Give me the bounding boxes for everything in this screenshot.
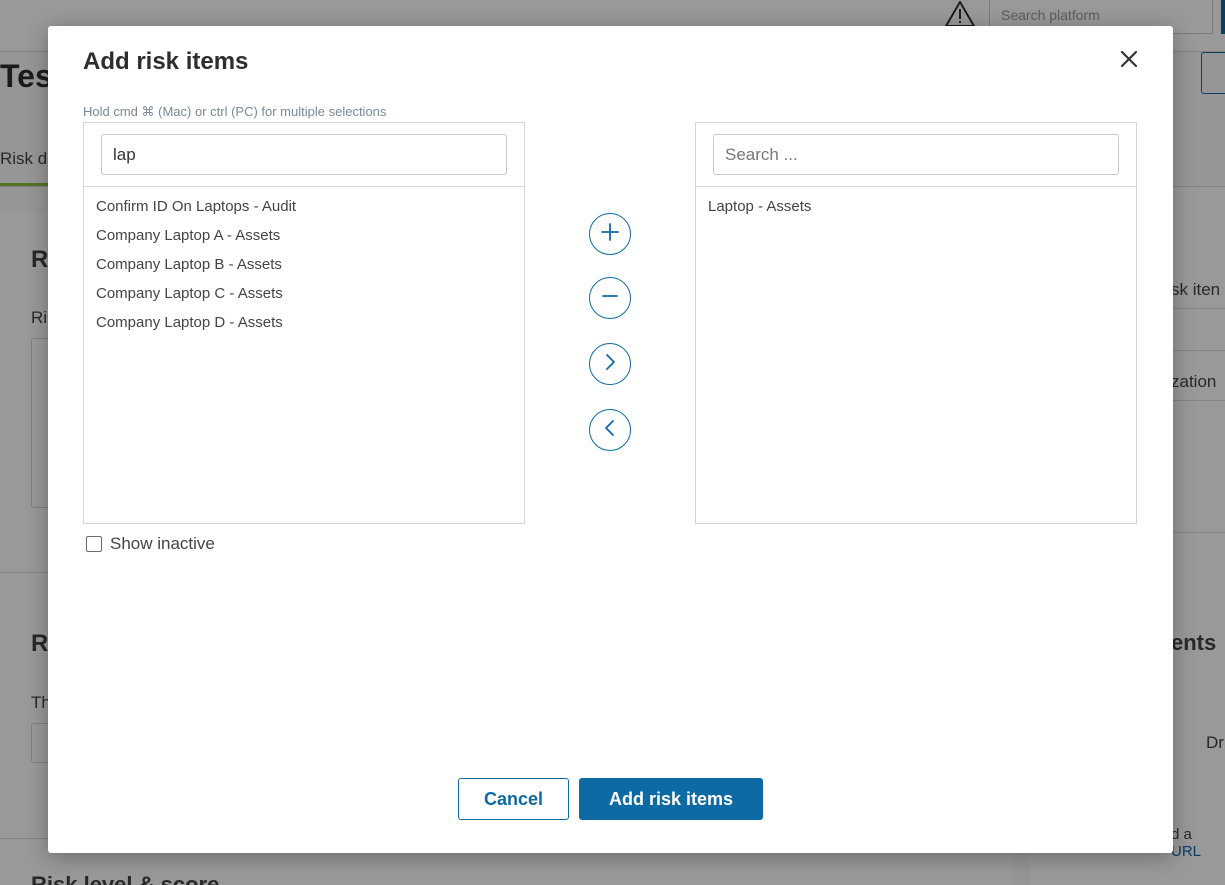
selected-items-panel: Laptop - Assets (695, 122, 1137, 524)
show-inactive-checkbox[interactable] (86, 536, 102, 552)
list-item[interactable]: Laptop - Assets (696, 192, 1136, 221)
selected-search-wrap (696, 123, 1136, 187)
list-item[interactable]: Company Laptop C - Assets (84, 279, 524, 308)
remove-all-button[interactable] (589, 409, 631, 451)
available-items-panel: Confirm ID On Laptops - Audit Company La… (83, 122, 525, 524)
add-selected-button[interactable] (589, 213, 631, 255)
show-inactive-toggle[interactable]: Show inactive (86, 534, 215, 554)
close-icon (1120, 50, 1138, 73)
add-risk-items-button[interactable]: Add risk items (579, 778, 763, 820)
list-item[interactable]: Company Laptop B - Assets (84, 250, 524, 279)
add-all-button[interactable] (589, 343, 631, 385)
chevron-left-icon (600, 418, 620, 443)
plus-icon (600, 222, 620, 247)
remove-selected-button[interactable] (589, 277, 631, 319)
selected-search-input[interactable] (713, 134, 1119, 175)
add-risk-items-dialog: Add risk items Hold cmd ⌘ (Mac) or ctrl … (48, 26, 1173, 853)
cancel-button[interactable]: Cancel (458, 778, 569, 820)
selected-items-list[interactable]: Laptop - Assets (696, 187, 1136, 221)
available-search-input[interactable] (101, 134, 507, 175)
dialog-title: Add risk items (83, 48, 249, 75)
chevron-right-icon (600, 352, 620, 377)
available-search-wrap (84, 123, 524, 187)
available-items-list[interactable]: Confirm ID On Laptops - Audit Company La… (84, 187, 524, 337)
show-inactive-label: Show inactive (110, 534, 215, 553)
multi-select-hint: Hold cmd ⌘ (Mac) or ctrl (PC) for multip… (83, 104, 387, 119)
list-item[interactable]: Company Laptop A - Assets (84, 221, 524, 250)
list-item[interactable]: Company Laptop D - Assets (84, 308, 524, 337)
minus-icon (600, 286, 620, 311)
close-button[interactable] (1116, 48, 1142, 74)
list-item[interactable]: Confirm ID On Laptops - Audit (84, 192, 524, 221)
